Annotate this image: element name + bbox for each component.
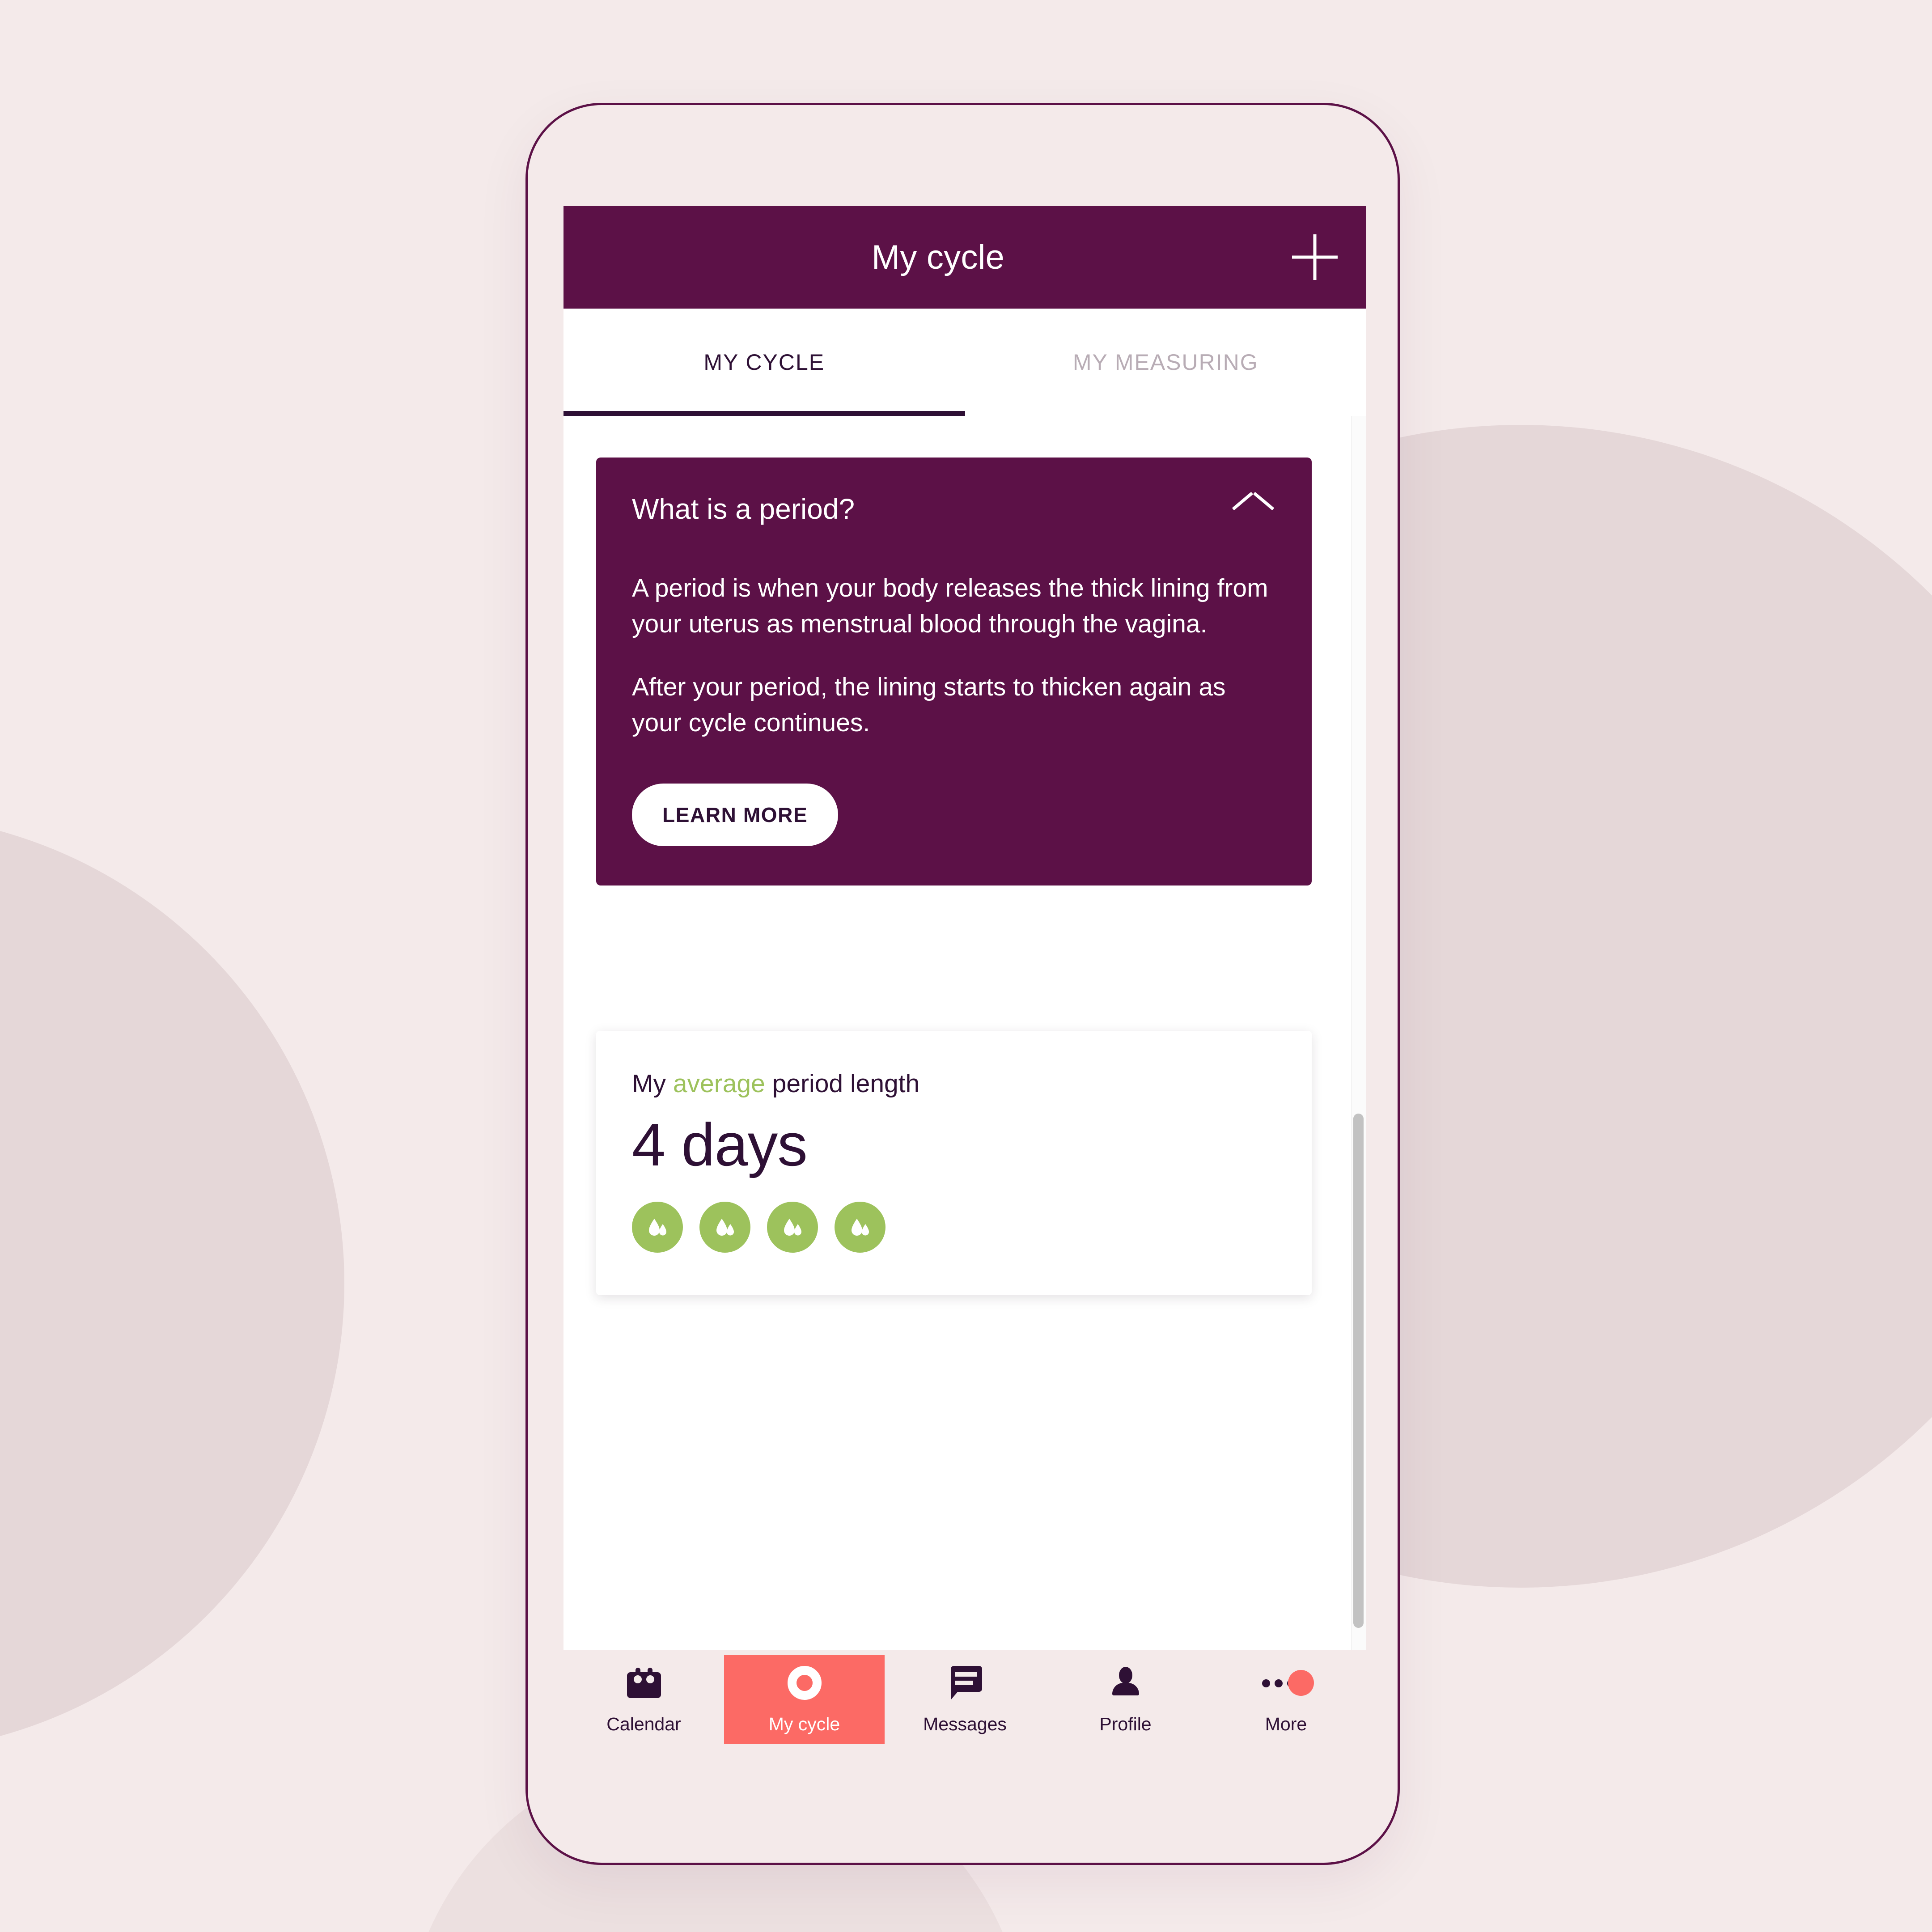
tab-my-measuring-label: MY MEASURING: [1072, 350, 1258, 375]
calendar-icon: [627, 1665, 661, 1701]
scroll-content[interactable]: What is a period? A period is when your …: [564, 416, 1366, 1650]
tab-my-cycle-label: MY CYCLE: [703, 350, 825, 375]
nav-item-messages[interactable]: Messages: [885, 1655, 1045, 1744]
chevron-up-icon[interactable]: [1234, 498, 1272, 521]
stat-label-highlight: average: [673, 1069, 765, 1098]
tab-my-cycle[interactable]: MY CYCLE: [564, 309, 965, 416]
bottom-navigation: Calendar My cycle Messages Profile More: [564, 1655, 1366, 1744]
app-bar: My cycle: [564, 206, 1366, 309]
average-period-length-card: My average period length 4 days: [596, 1031, 1312, 1295]
plus-icon[interactable]: [1281, 224, 1348, 291]
blood-drop-icon: [835, 1201, 886, 1253]
nav-label-more: More: [1265, 1713, 1307, 1734]
nav-item-my-cycle[interactable]: My cycle: [724, 1655, 885, 1744]
learn-more-button[interactable]: LEARN MORE: [632, 784, 839, 847]
card-header: What is a period?: [632, 492, 1276, 525]
phone-frame: My cycle MY CYCLE MY MEASURING What is a…: [525, 103, 1400, 1865]
cycle-ring-icon: [787, 1665, 822, 1701]
person-icon: [1109, 1665, 1143, 1701]
drop-indicator-row: [632, 1201, 1276, 1253]
page-title: My cycle: [871, 238, 1005, 276]
blood-drop-icon: [632, 1201, 683, 1253]
blood-drop-icon: [767, 1201, 818, 1253]
background-circle-left: [0, 814, 344, 1753]
card-title: What is a period?: [632, 493, 855, 525]
tab-my-measuring[interactable]: MY MEASURING: [965, 309, 1367, 416]
stat-label: My average period length: [632, 1069, 1276, 1098]
nav-item-profile[interactable]: Profile: [1045, 1655, 1206, 1744]
card-paragraph-1: A period is when your body releases the …: [632, 574, 1268, 639]
scrollbar-track[interactable]: [1351, 416, 1366, 1650]
nav-item-calendar[interactable]: Calendar: [564, 1655, 724, 1744]
nav-label-messages: Messages: [923, 1713, 1007, 1734]
what-is-a-period-card: What is a period? A period is when your …: [596, 458, 1312, 886]
stat-label-suffix: period length: [765, 1069, 920, 1098]
card-paragraph-2: After your period, the lining starts to …: [632, 672, 1226, 737]
stat-value: 4 days: [632, 1111, 808, 1178]
nav-label-my-cycle: My cycle: [768, 1713, 840, 1734]
nav-label-profile: Profile: [1099, 1713, 1152, 1734]
nav-item-more[interactable]: More: [1206, 1655, 1366, 1744]
blood-drop-icon: [699, 1201, 750, 1253]
stat-label-prefix: My: [632, 1069, 673, 1098]
more-dots-icon: [1259, 1665, 1314, 1701]
message-bubble-icon: [948, 1665, 982, 1701]
scrollbar-thumb[interactable]: [1353, 1114, 1364, 1628]
nav-label-calendar: Calendar: [606, 1713, 681, 1734]
notification-badge: [1288, 1669, 1314, 1696]
tab-bar: MY CYCLE MY MEASURING: [564, 309, 1366, 416]
